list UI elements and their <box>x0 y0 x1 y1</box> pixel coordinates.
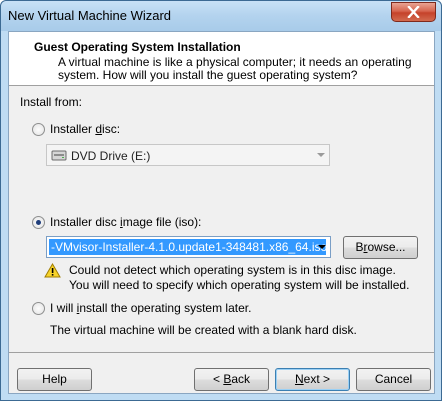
wizard-window: New Virtual Machine Wizard Guest Operati… <box>0 0 442 401</box>
disc-image-label[interactable]: Installer disc image file (iso): <box>50 215 201 229</box>
wizard-content: Guest Operating System Installation A vi… <box>8 31 435 394</box>
install-later-label[interactable]: I will install the operating system late… <box>50 301 251 315</box>
iso-path-input[interactable]: -VMvisor-Installer-4.1.0.update1-348481.… <box>46 236 331 258</box>
back-button[interactable]: < Back <box>194 368 269 391</box>
close-icon <box>407 6 420 18</box>
footer-divider <box>9 352 434 353</box>
chevron-down-icon <box>318 245 326 249</box>
window-title: New Virtual Machine Wizard <box>8 8 172 23</box>
warning-line-1: Could not detect which operating system … <box>69 263 396 277</box>
wizard-header: Guest Operating System Installation A vi… <box>9 32 434 86</box>
dvd-drive-select[interactable]: DVD Drive (E:) <box>46 144 330 166</box>
warning-line-2: You will need to specify which operating… <box>69 278 410 292</box>
chevron-down-icon <box>317 153 325 157</box>
browse-button[interactable]: Browse... <box>343 236 418 259</box>
dvd-drive-icon <box>51 150 67 161</box>
close-button[interactable] <box>391 2 436 22</box>
iso-path-value: -VMvisor-Installer-4.1.0.update1-348481.… <box>49 239 326 255</box>
installer-disc-label[interactable]: Installer disc: <box>50 122 120 136</box>
help-button[interactable]: Help <box>17 368 92 391</box>
warning-triangle-icon <box>44 263 61 278</box>
installer-disc-radio[interactable] <box>32 123 45 136</box>
page-description: A virtual machine is like a physical com… <box>58 55 412 82</box>
cancel-button[interactable]: Cancel <box>356 368 431 391</box>
title-bar[interactable]: New Virtual Machine Wizard <box>1 1 441 31</box>
install-later-radio[interactable] <box>32 302 45 315</box>
dvd-drive-value: DVD Drive (E:) <box>71 149 151 163</box>
install-later-note: The virtual machine will be created with… <box>50 323 357 337</box>
next-button[interactable]: Next > <box>275 368 350 391</box>
install-from-label: Install from: <box>20 95 83 109</box>
page-title: Guest Operating System Installation <box>34 40 241 54</box>
disc-image-radio[interactable] <box>32 216 45 229</box>
